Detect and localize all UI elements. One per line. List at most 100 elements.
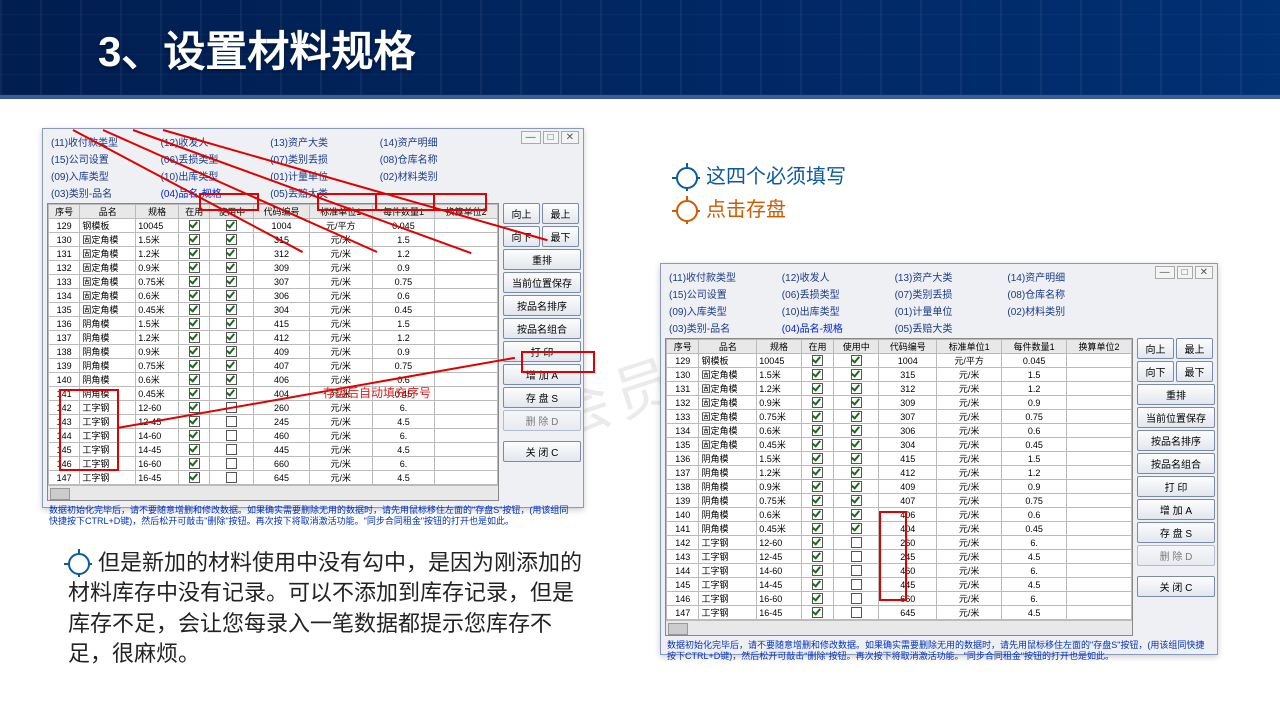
tab-item[interactable]: (10)出库类型 xyxy=(159,167,269,184)
table-row[interactable]: 134固定角模0.6米306元/米0.6 xyxy=(49,289,498,303)
side-button[interactable]: 最上 xyxy=(542,203,579,224)
checkbox[interactable] xyxy=(189,234,200,245)
col-header[interactable]: 标准单位1 xyxy=(309,205,372,219)
checkbox[interactable] xyxy=(812,439,823,450)
table-row[interactable]: 139阴角模0.75米407元/米0.75 xyxy=(667,494,1132,508)
checkbox[interactable] xyxy=(812,537,823,548)
table-row[interactable]: 144工字钢14-60460元/米6. xyxy=(667,564,1132,578)
table-row[interactable]: 145工字钢14-45445元/米4.5 xyxy=(667,578,1132,592)
tab-item[interactable]: (06)丢损类型 xyxy=(780,285,893,302)
col-header[interactable]: 序号 xyxy=(49,205,80,219)
col-header[interactable]: 换算单位2 xyxy=(435,205,498,219)
checkbox[interactable] xyxy=(812,607,823,618)
tab-item[interactable]: (03)类别-品名 xyxy=(667,319,780,336)
col-header[interactable]: 每件数量1 xyxy=(1002,340,1067,354)
add-button[interactable]: 增 加 A xyxy=(503,364,581,385)
table-row[interactable]: 141阴角模0.45米404元/米0.45 xyxy=(49,387,498,401)
side-button[interactable]: 最下 xyxy=(542,226,579,247)
checkbox[interactable] xyxy=(189,346,200,357)
checkbox[interactable] xyxy=(851,509,862,520)
checkbox[interactable] xyxy=(812,397,823,408)
col-header[interactable]: 规格 xyxy=(757,340,801,354)
checkbox[interactable] xyxy=(812,467,823,478)
table-row[interactable]: 129钢模板100451004元/平方0.045 xyxy=(49,219,498,233)
checkbox[interactable] xyxy=(189,416,200,427)
checkbox[interactable] xyxy=(189,374,200,385)
tab-item[interactable]: (13)资产大类 xyxy=(893,268,1006,285)
delete-button[interactable]: 删 除 D xyxy=(1137,545,1215,566)
tab-item[interactable]: (09)入库类型 xyxy=(667,302,780,319)
table-row[interactable]: 143工字钢12-45245元/米4.5 xyxy=(49,415,498,429)
side-button[interactable]: 打 印 xyxy=(1137,476,1215,497)
tab-item[interactable]: (11)收付款类型 xyxy=(667,268,780,285)
checkbox[interactable] xyxy=(851,439,862,450)
table-row[interactable]: 136阴角模1.5米415元/米1.5 xyxy=(667,452,1132,466)
side-button[interactable]: 向下 xyxy=(1137,361,1174,382)
table-row[interactable]: 135固定角模0.45米304元/米0.45 xyxy=(49,303,498,317)
tab-item[interactable]: (05)丢赔大类 xyxy=(893,319,1006,336)
side-button[interactable]: 打 印 xyxy=(503,341,581,362)
checkbox[interactable] xyxy=(226,262,237,273)
checkbox[interactable] xyxy=(189,402,200,413)
h-scrollbar[interactable] xyxy=(666,620,1132,635)
col-header[interactable]: 品名 xyxy=(699,340,757,354)
checkbox[interactable] xyxy=(812,453,823,464)
checkbox[interactable] xyxy=(851,495,862,506)
table-row[interactable]: 136阴角模1.5米415元/米1.5 xyxy=(49,317,498,331)
tab-item[interactable]: (09)入库类型 xyxy=(49,167,159,184)
table-row[interactable]: 135固定角模0.45米304元/米0.45 xyxy=(667,438,1132,452)
table-row[interactable]: 138阴角模0.9米409元/米0.9 xyxy=(49,345,498,359)
tab-item[interactable]: (15)公司设置 xyxy=(49,150,159,167)
table-row[interactable]: 143工字钢12-45245元/米4.5 xyxy=(667,550,1132,564)
checkbox[interactable] xyxy=(226,346,237,357)
close-button[interactable]: 关 闭 C xyxy=(503,441,581,462)
checkbox[interactable] xyxy=(812,411,823,422)
checkbox[interactable] xyxy=(226,332,237,343)
side-button[interactable]: 最下 xyxy=(1176,361,1213,382)
checkbox[interactable] xyxy=(189,360,200,371)
data-grid[interactable]: 序号品名规格在用使用中代码编号标准单位1每件数量1换算单位2129钢模板1004… xyxy=(47,203,499,501)
tab-item[interactable]: (03)类别-品名 xyxy=(49,184,159,201)
tab-item[interactable]: (15)公司设置 xyxy=(667,285,780,302)
side-button[interactable]: 当前位置保存 xyxy=(503,272,581,293)
checkbox[interactable] xyxy=(226,458,237,469)
checkbox[interactable] xyxy=(189,290,200,301)
checkbox[interactable] xyxy=(189,318,200,329)
col-header[interactable]: 在用 xyxy=(179,205,210,219)
checkbox[interactable] xyxy=(189,458,200,469)
col-header[interactable]: 标准单位1 xyxy=(937,340,1002,354)
checkbox[interactable] xyxy=(189,472,200,483)
checkbox[interactable] xyxy=(226,430,237,441)
tab-item[interactable]: (12)收发人 xyxy=(159,133,269,150)
tab-item[interactable]: (11)收付款类型 xyxy=(49,133,159,150)
h-scrollbar[interactable] xyxy=(48,485,498,500)
col-header[interactable]: 使用中 xyxy=(834,340,879,354)
checkbox[interactable] xyxy=(226,374,237,385)
checkbox[interactable] xyxy=(189,332,200,343)
checkbox[interactable] xyxy=(226,472,237,483)
tab-item[interactable]: (08)仓库名称 xyxy=(1005,285,1118,302)
checkbox[interactable] xyxy=(189,220,200,231)
checkbox[interactable] xyxy=(851,355,862,366)
side-button[interactable]: 当前位置保存 xyxy=(1137,407,1215,428)
checkbox[interactable] xyxy=(189,276,200,287)
col-header[interactable]: 规格 xyxy=(136,205,179,219)
side-button[interactable]: 最上 xyxy=(1176,338,1213,359)
checkbox[interactable] xyxy=(226,402,237,413)
checkbox[interactable] xyxy=(851,425,862,436)
data-grid[interactable]: 序号品名规格在用使用中代码编号标准单位1每件数量1换算单位2129钢模板1004… xyxy=(665,338,1133,636)
checkbox[interactable] xyxy=(189,304,200,315)
checkbox[interactable] xyxy=(189,262,200,273)
window-controls[interactable]: —□✕ xyxy=(519,131,579,144)
table-row[interactable]: 137阴角模1.2米412元/米1.2 xyxy=(49,331,498,345)
tab-item[interactable]: (13)资产大类 xyxy=(268,133,378,150)
side-button[interactable]: 向上 xyxy=(503,203,540,224)
checkbox[interactable] xyxy=(812,523,823,534)
checkbox[interactable] xyxy=(226,248,237,259)
tab-item[interactable]: (02)材料类别 xyxy=(378,167,488,184)
table-row[interactable]: 133固定角模0.75米307元/米0.75 xyxy=(667,410,1132,424)
tab-item[interactable]: (06)丢损类型 xyxy=(159,150,269,167)
table-row[interactable]: 144工字钢14-60460元/米6. xyxy=(49,429,498,443)
table-row[interactable]: 130固定角模1.5米315元/米1.5 xyxy=(667,368,1132,382)
col-header[interactable]: 代码编号 xyxy=(254,205,310,219)
